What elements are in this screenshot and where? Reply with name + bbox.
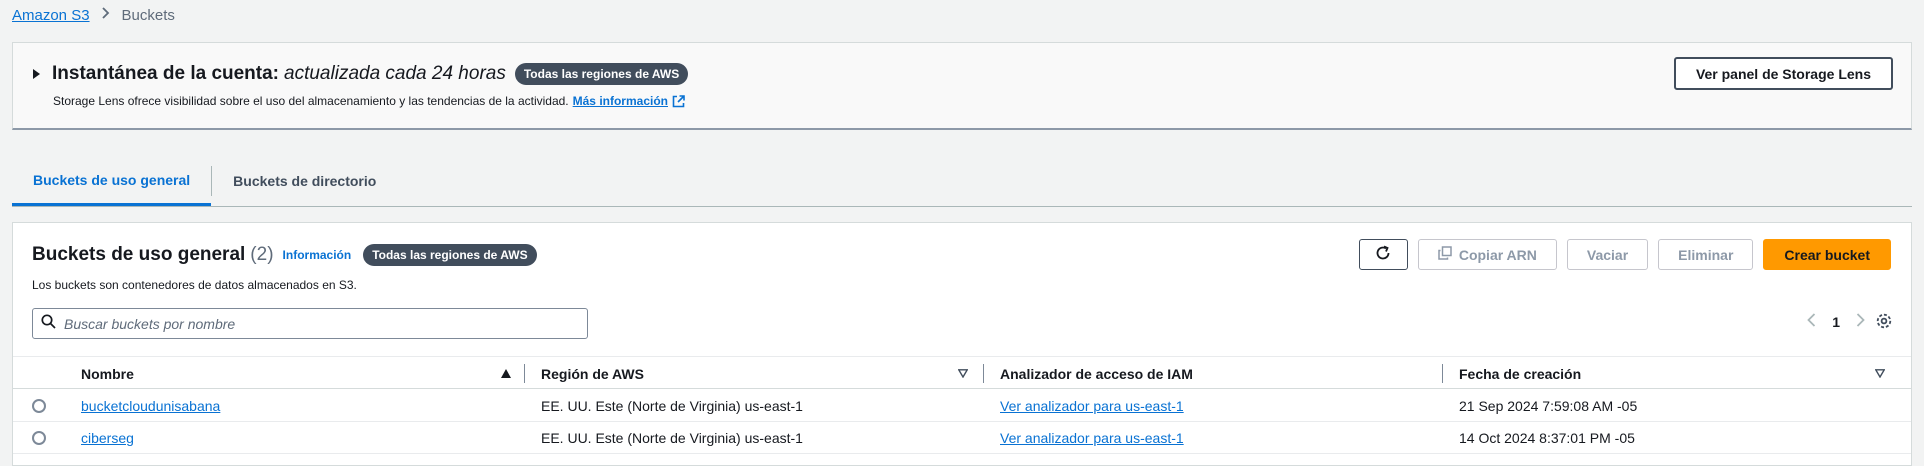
view-storage-lens-button[interactable]: Ver panel de Storage Lens <box>1673 57 1893 90</box>
search-box[interactable] <box>32 308 588 339</box>
bucket-name-link[interactable]: ciberseg <box>81 430 134 446</box>
copy-arn-label: Copiar ARN <box>1458 246 1537 263</box>
table-row[interactable]: bucketcloudunisabana EE. UU. Este (Norte… <box>13 390 1911 422</box>
row-select-radio[interactable] <box>32 399 46 413</box>
panel-description: Los buckets son contenedores de datos al… <box>32 278 357 292</box>
snapshot-description-text: Storage Lens ofrece visibilidad sobre el… <box>53 94 569 108</box>
search-input[interactable] <box>64 315 587 332</box>
snapshot-header[interactable]: Instantánea de la cuenta: actualizada ca… <box>33 63 689 85</box>
breadcrumb-current: Buckets <box>121 6 175 24</box>
account-snapshot-panel: Instantánea de la cuenta: actualizada ca… <box>12 42 1912 130</box>
bucket-name-link[interactable]: bucketcloudunisabana <box>81 398 220 414</box>
snapshot-description: Storage Lens ofrece visibilidad sobre el… <box>53 94 685 108</box>
empty-button[interactable]: Vaciar <box>1566 239 1649 270</box>
refresh-button[interactable] <box>1358 239 1408 270</box>
delete-button[interactable]: Eliminar <box>1658 239 1754 270</box>
column-iam-label: Analizador de acceso de IAM <box>1000 365 1193 382</box>
column-header-region[interactable]: Región de AWS <box>541 357 644 390</box>
all-regions-badge: Todas las regiones de AWS <box>514 63 689 85</box>
breadcrumb: Amazon S3 Buckets <box>12 4 175 26</box>
column-region-label: Región de AWS <box>541 365 644 382</box>
external-link-icon[interactable] <box>672 94 685 108</box>
column-header-creation-date[interactable]: Fecha de creación <box>1459 357 1581 390</box>
gear-icon[interactable] <box>1875 312 1893 335</box>
previous-page-icon[interactable] <box>1807 313 1816 330</box>
tab-directory-buckets[interactable]: Buckets de directorio <box>212 156 397 206</box>
iam-analyzer-link[interactable]: Ver analizador para us-east-1 <box>1000 398 1184 414</box>
buckets-panel: Buckets de uso general (2) Información T… <box>12 222 1912 466</box>
panel-title: Buckets de uso general <box>32 244 246 265</box>
iam-analyzer-link[interactable]: Ver analizador para us-east-1 <box>1000 430 1184 446</box>
create-bucket-button[interactable]: Crear bucket <box>1763 239 1891 270</box>
sort-caret-down-icon[interactable] <box>1875 357 1885 390</box>
breadcrumb-amazon-s3-link[interactable]: Amazon S3 <box>12 7 90 24</box>
table-header: Nombre Región de AWS Analizador de acces… <box>13 356 1911 389</box>
bucket-count: (2) <box>250 244 274 265</box>
table-row[interactable]: ciberseg EE. UU. Este (Norte de Virginia… <box>13 422 1911 454</box>
column-header-name[interactable]: Nombre <box>81 357 134 390</box>
sort-ascending-icon[interactable] <box>501 357 511 390</box>
bucket-creation-date: 14 Oct 2024 8:37:01 PM -05 <box>1459 430 1635 446</box>
column-header-iam-analyzer[interactable]: Analizador de acceso de IAM <box>1000 357 1193 390</box>
snapshot-update-frequency: actualizada cada 24 horas <box>284 63 506 84</box>
bucket-creation-date: 21 Sep 2024 7:59:08 AM -05 <box>1459 398 1638 414</box>
info-link[interactable]: Información <box>283 248 352 262</box>
column-resizer[interactable] <box>1442 364 1443 383</box>
tab-general-purpose-buckets[interactable]: Buckets de uso general <box>12 156 212 206</box>
current-page-number[interactable]: 1 <box>1832 314 1840 330</box>
sort-caret-down-icon[interactable] <box>958 357 968 390</box>
copy-icon <box>1438 246 1452 263</box>
bucket-region: EE. UU. Este (Norte de Virginia) us-east… <box>541 430 803 446</box>
bucket-type-tabs: Buckets de uso general Buckets de direct… <box>12 156 1912 207</box>
chevron-right-icon <box>101 6 110 24</box>
column-resizer[interactable] <box>524 364 525 383</box>
copy-arn-button[interactable]: Copiar ARN <box>1417 239 1557 270</box>
bucket-region: EE. UU. Este (Norte de Virginia) us-east… <box>541 398 803 414</box>
row-select-radio[interactable] <box>32 431 46 445</box>
snapshot-title: Instantánea de la cuenta: <box>52 63 280 84</box>
search-icon <box>41 313 56 334</box>
column-created-label: Fecha de creación <box>1459 365 1582 382</box>
refresh-icon <box>1375 245 1391 264</box>
column-name-label: Nombre <box>81 365 134 382</box>
column-resizer[interactable] <box>983 364 984 383</box>
caret-right-icon[interactable] <box>33 69 40 79</box>
more-info-link[interactable]: Más información <box>573 94 668 108</box>
pagination: 1 <box>1807 313 1865 330</box>
panel-header: Buckets de uso general (2) Información T… <box>32 244 537 266</box>
next-page-icon[interactable] <box>1856 313 1865 330</box>
all-regions-badge: Todas las regiones de AWS <box>363 244 537 266</box>
bucket-actions: Copiar ARN Vaciar Eliminar Crear bucket <box>1358 239 1891 270</box>
